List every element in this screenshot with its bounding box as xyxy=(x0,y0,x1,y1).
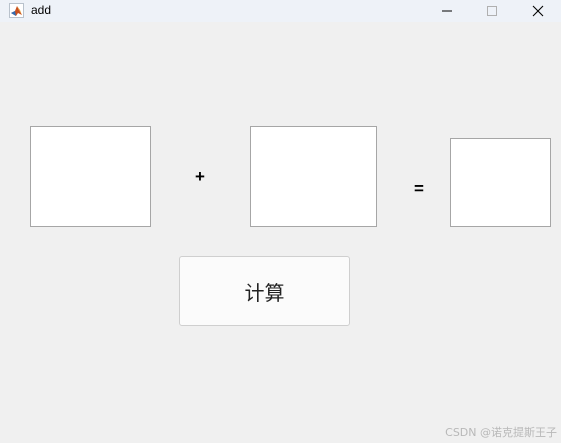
title-bar[interactable]: add xyxy=(0,0,561,22)
minimize-button[interactable] xyxy=(424,0,470,22)
result-field[interactable] xyxy=(450,138,551,227)
maximize-button[interactable] xyxy=(469,0,515,22)
maximize-icon xyxy=(486,5,498,17)
matlab-icon xyxy=(9,3,24,18)
calculate-button-label: 计算 xyxy=(244,280,285,305)
calculate-button[interactable]: 计算 xyxy=(179,256,350,326)
minimize-icon xyxy=(441,5,453,17)
watermark: CSDN @诺克提斯王子 xyxy=(445,426,557,439)
app-window: add + = 计算 CSDN @诺克提斯王子 xyxy=(0,0,561,443)
close-button[interactable] xyxy=(515,0,561,22)
operand-a-field[interactable] xyxy=(30,126,151,227)
plus-label: + xyxy=(195,167,205,186)
equals-label: = xyxy=(414,179,424,198)
close-icon xyxy=(532,5,544,17)
window-title: add xyxy=(31,3,52,17)
operand-b-field[interactable] xyxy=(250,126,377,227)
